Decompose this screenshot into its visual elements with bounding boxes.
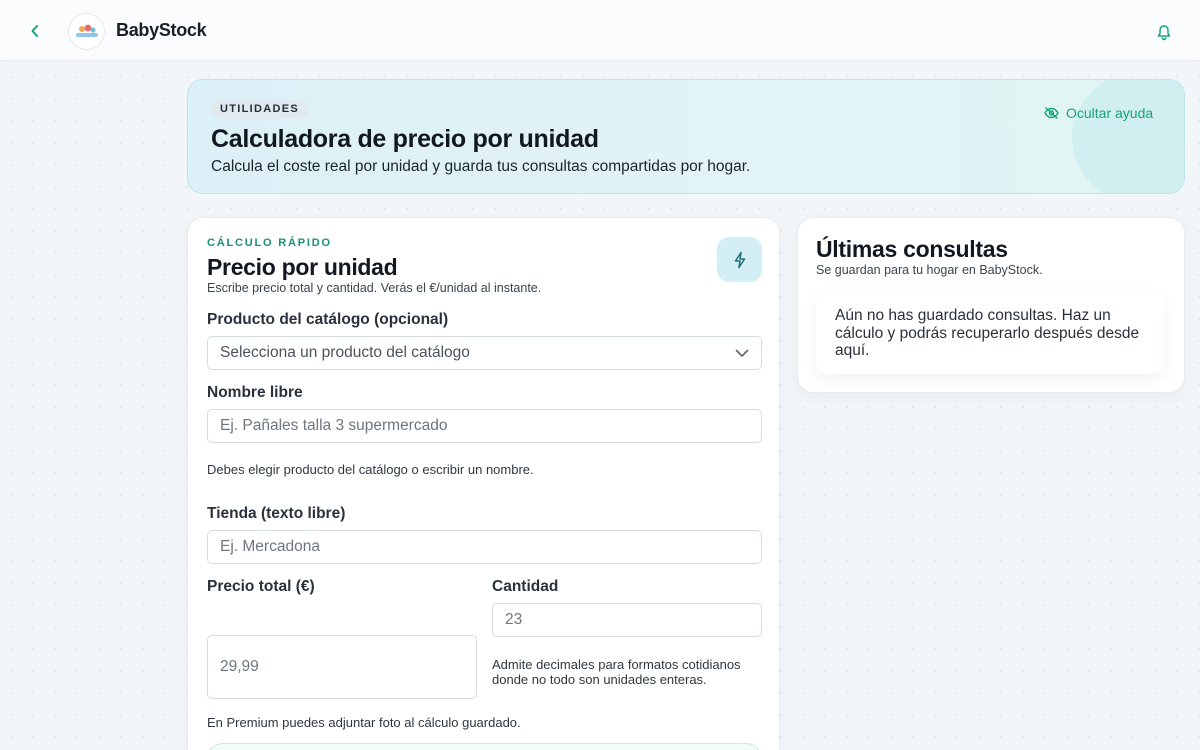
catalog-product-select[interactable]: Selecciona un producto del catálogo (207, 336, 762, 370)
page-title: Calculadora de precio por unidad (211, 125, 599, 153)
catalog-product-label: Producto del catálogo (opcional) (207, 311, 449, 328)
hide-help-label: Ocultar ayuda (1066, 105, 1154, 121)
section-chip: UTILIDADES (211, 100, 308, 119)
quick-calc-button[interactable] (717, 237, 762, 282)
calculator-card: CÁLCULO RÁPIDO Precio por unidad Escribe… (187, 217, 780, 750)
quantity-hint: Admite decimales para formatos cotidiano… (492, 657, 741, 687)
calculator-subtitle: Escribe precio total y cantidad. Verás e… (207, 281, 542, 295)
history-subtitle: Se guardan para tu hogar en BabyStock. (816, 263, 1043, 277)
history-card: Últimas consultas Se guardan para tu hog… (797, 217, 1185, 393)
bell-icon (1157, 24, 1171, 40)
quantity-input[interactable] (492, 603, 762, 637)
free-name-label: Nombre libre (207, 384, 303, 401)
history-empty-state: Aún no has guardado consultas. Haz un cá… (816, 290, 1164, 374)
total-price-input[interactable] (207, 635, 477, 699)
top-bar: BabyStock (0, 0, 1200, 60)
eye-off-icon (1044, 107, 1059, 119)
lightning-bolt-icon (734, 251, 745, 268)
app-brand-name: BabyStock (116, 20, 207, 40)
back-button[interactable] (26, 22, 44, 40)
catalog-product-select-value: Selecciona un producto del catálogo (220, 344, 470, 361)
chevron-left-icon (31, 25, 38, 37)
hide-help-button[interactable]: Ocultar ayuda (1044, 105, 1153, 121)
result-panel (207, 743, 762, 750)
hero-decoration (1072, 80, 1184, 193)
app-logo[interactable] (68, 13, 105, 50)
page-subtitle: Calcula el coste real por unidad y guard… (211, 158, 751, 175)
history-title: Últimas consultas (816, 236, 1008, 262)
calculator-title: Precio por unidad (207, 254, 398, 280)
hero-banner: UTILIDADES Calculadora de precio por uni… (187, 79, 1185, 194)
name-hint: Debes elegir producto del catálogo o esc… (207, 462, 534, 477)
free-name-input[interactable] (207, 409, 762, 443)
chevron-down-icon (735, 349, 749, 357)
notifications-button[interactable] (1154, 22, 1174, 42)
premium-hint: En Premium puedes adjuntar foto al cálcu… (207, 715, 521, 730)
history-empty-message: Aún no has guardado consultas. Haz un cá… (835, 307, 1140, 359)
quantity-label: Cantidad (492, 578, 559, 595)
store-input[interactable] (207, 530, 762, 564)
total-price-label: Precio total (€) (207, 578, 315, 595)
logo-mark (75, 24, 98, 37)
calculator-eyebrow: CÁLCULO RÁPIDO (207, 237, 332, 249)
store-label: Tienda (texto libre) (207, 505, 346, 522)
